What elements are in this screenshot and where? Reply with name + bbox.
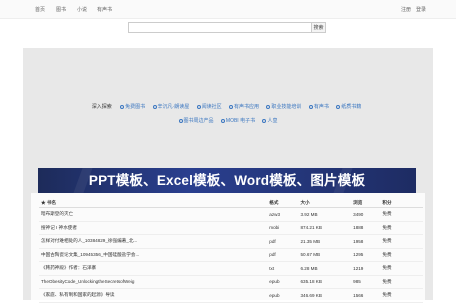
nav-login[interactable]: 登录 xyxy=(416,6,426,13)
table-header-row: ★ 书名 格式 大小 浏览 积分 xyxy=(39,198,423,208)
table-row[interactable]: 搜神记 I 神水使者 mobi 874.21 KB 1888 免费 xyxy=(39,221,423,235)
book-title[interactable]: TheObesityCode_UnlockingtheSecretsofWeig xyxy=(39,275,268,289)
book-format: txt xyxy=(267,261,299,276)
book-title[interactable]: 搜神记 I 神水使者 xyxy=(39,221,268,235)
col-title-header: ★ 书名 xyxy=(39,198,268,208)
category-link[interactable]: 人皇 xyxy=(262,118,277,125)
nav-books[interactable]: 图书 xyxy=(56,6,66,13)
category-row-1: 深入探索 免费图书 辛沉凡·朗读屋 阅读社区 有声书应用 职业技能培训 有声书 … xyxy=(23,104,433,111)
book-size: 874.21 KB xyxy=(298,221,352,235)
col-format-header: 格式 xyxy=(267,198,299,208)
book-views: 3490 xyxy=(351,207,381,222)
book-views: 1958 xyxy=(351,234,381,249)
category-link[interactable]: 有声书应用 xyxy=(229,104,259,111)
nav-home[interactable]: 首页 xyxy=(35,6,45,13)
table-row[interactable]: 《韩药神殿》作者：石泽寨 txt 6.28 MB 1219 免费 xyxy=(39,261,423,276)
nav-register[interactable]: 注册 xyxy=(401,6,411,13)
circle-plus-icon xyxy=(120,104,125,109)
circle-plus-icon xyxy=(152,104,157,109)
book-points: 免费 xyxy=(380,248,423,262)
book-size: 50.67 MB xyxy=(298,248,352,262)
top-nav-bar: 首页 图书 小说 有声书 注册 登录 xyxy=(0,0,456,19)
col-size-header: 大小 xyxy=(298,198,352,208)
book-format: pdf xyxy=(267,234,299,249)
table-row[interactable]: 怎样对付难相处的人_10384829_徐强编著_北... pdf 21.35 M… xyxy=(39,234,423,249)
category-link[interactable]: 图书周边产品 xyxy=(178,118,214,125)
col-points-header: 积分 xyxy=(380,198,423,208)
book-points: 免费 xyxy=(380,275,423,289)
book-title[interactable]: 怎样对付难相处的人_10384829_徐强编著_北... xyxy=(39,234,268,249)
circle-plus-icon xyxy=(229,104,234,109)
book-format: pdf xyxy=(267,248,299,262)
table-row[interactable]: 中国古陶瓷论文集_10945356_中国硅酸盐学会... pdf 50.67 M… xyxy=(39,248,423,262)
book-size: 21.35 MB xyxy=(298,234,352,249)
explore-label: 深入探索 xyxy=(91,104,112,110)
book-views: 1295 xyxy=(351,248,381,262)
book-points: 免费 xyxy=(380,234,423,249)
book-views: 1888 xyxy=(351,221,381,235)
book-size: 6.28 MB xyxy=(298,261,352,276)
circle-plus-icon xyxy=(178,118,183,123)
category-row-2: 图书周边产品 MOBI 电子书 人皇 xyxy=(23,118,433,125)
col-views-header: 浏览 xyxy=(351,198,381,208)
book-views: 1219 xyxy=(351,261,381,276)
book-format: mobi xyxy=(267,221,299,235)
book-table: ★ 书名 格式 大小 浏览 积分 暗布斯登的灭亡 azw3 3.92 MB 34… xyxy=(39,198,423,303)
book-title[interactable]: 暗布斯登的灭亡 xyxy=(39,207,268,222)
circle-plus-icon xyxy=(220,118,225,123)
circle-plus-icon xyxy=(196,104,201,109)
book-points: 免费 xyxy=(380,221,423,235)
circle-plus-icon xyxy=(336,104,341,109)
book-points: 免费 xyxy=(380,261,423,276)
nav-audiobooks[interactable]: 有声书 xyxy=(97,6,112,13)
book-title[interactable]: 《韩药神殿》作者：石泽寨 xyxy=(39,261,268,276)
category-link[interactable]: 阅读社区 xyxy=(196,104,222,111)
book-size: 635.18 KB xyxy=(298,275,352,289)
category-link[interactable]: 职业技能培训 xyxy=(266,104,301,111)
book-title[interactable]: 中国古陶瓷论文集_10945356_中国硅酸盐学会... xyxy=(39,248,268,262)
content-panel: 深入探索 免费图书 辛沉凡·朗读屋 阅读社区 有声书应用 职业技能培训 有声书 … xyxy=(23,48,433,303)
category-link[interactable]: 纸质书籍 xyxy=(336,104,361,111)
circle-plus-icon xyxy=(266,104,271,109)
category-link[interactable]: 辛沉凡·朗读屋 xyxy=(152,104,189,111)
nav-novels[interactable]: 小说 xyxy=(77,6,87,13)
banner-text: PPT模板、Excel模板、Word模板、图片模板 xyxy=(88,173,366,188)
circle-plus-icon xyxy=(262,118,267,123)
search-button[interactable]: 搜索 xyxy=(311,22,326,33)
book-format: azw3 xyxy=(267,207,299,222)
book-points: 免费 xyxy=(380,207,423,222)
book-format: epub xyxy=(267,275,299,289)
category-link[interactable]: MOBI 电子书 xyxy=(220,118,255,125)
template-ad-banner[interactable]: PPT模板、Excel模板、Word模板、图片模板 xyxy=(38,168,416,193)
category-link[interactable]: 免费图书 xyxy=(120,104,145,111)
book-views: 985 xyxy=(351,275,381,289)
table-row[interactable]: 暗布斯登的灭亡 azw3 3.92 MB 3490 免费 xyxy=(39,207,423,222)
category-link[interactable]: 有声书 xyxy=(308,104,329,111)
circle-plus-icon xyxy=(308,104,313,109)
table-row[interactable]: TheObesityCode_UnlockingtheSecretsofWeig… xyxy=(39,275,423,289)
search-input[interactable] xyxy=(128,22,312,33)
book-size: 3.92 MB xyxy=(298,207,352,222)
